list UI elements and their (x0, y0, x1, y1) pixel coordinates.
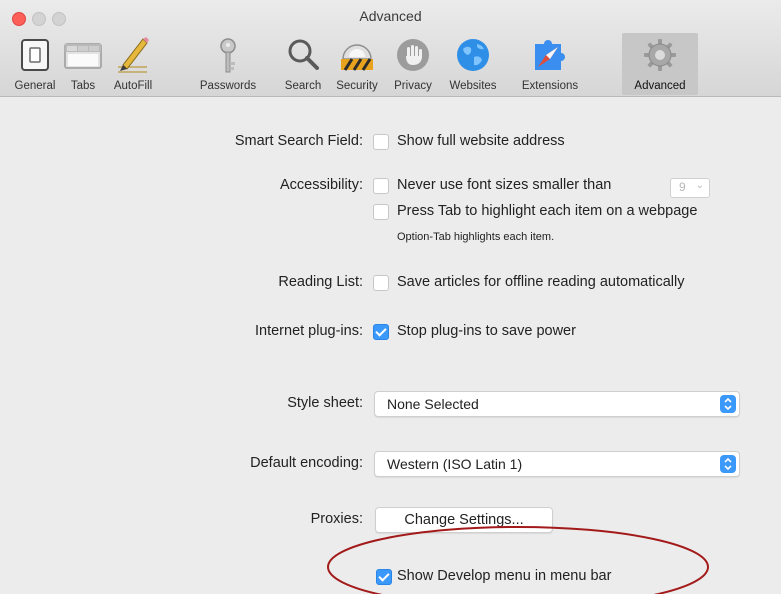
tab-label: Websites (449, 80, 497, 92)
globe-icon (457, 39, 489, 71)
tab-advanced[interactable]: Advanced (622, 33, 698, 95)
plugins-label: Internet plug-ins: (254, 323, 363, 339)
min-font-size-value: 9 (679, 180, 686, 194)
tab-highlight-text[interactable]: Press Tab to highlight each item on a we… (397, 203, 697, 219)
gear-icon (644, 39, 676, 71)
tab-label: Extensions (521, 80, 579, 92)
security-helmet-icon (341, 44, 373, 71)
offline-reading-text[interactable]: Save articles for offline reading automa… (397, 274, 684, 290)
key-icon (220, 38, 236, 73)
proxies-label: Proxies: (310, 511, 363, 527)
stop-plugins-text[interactable]: Stop plug-ins to save power (397, 323, 576, 339)
tab-privacy[interactable]: Privacy (394, 33, 432, 95)
style-sheet-value: None Selected (387, 396, 479, 412)
tab-security[interactable]: Security (336, 33, 378, 95)
change-settings-button[interactable]: Change Settings... (375, 507, 553, 533)
tab-label: AutoFill (113, 80, 153, 92)
autofill-pencil-icon (118, 37, 149, 73)
min-font-size-popup[interactable]: 9 ⌄ (670, 178, 710, 198)
min-font-size-text[interactable]: Never use font sizes smaller than (397, 177, 611, 193)
tab-passwords[interactable]: Passwords (200, 33, 256, 95)
window-title: Advanced (359, 8, 422, 24)
tab-websites[interactable]: Websites (449, 33, 497, 95)
tab-label: Advanced (634, 80, 686, 92)
show-full-address-text[interactable]: Show full website address (397, 133, 565, 149)
tabs-icon (64, 43, 102, 69)
encoding-value: Western (ISO Latin 1) (387, 456, 523, 472)
tab-search[interactable]: Search (285, 33, 321, 95)
encoding-popup[interactable]: Western (ISO Latin 1) (374, 451, 740, 477)
encoding-label: Default encoding: (250, 455, 363, 471)
title-bar: Advanced General Tabs AutoFill Passwords… (0, 0, 781, 97)
stop-plugins-checkbox[interactable] (373, 324, 389, 340)
tab-highlight-checkbox[interactable] (373, 204, 389, 220)
hand-icon (397, 39, 429, 71)
puzzle-icon (535, 40, 565, 70)
change-settings-label: Change Settings... (404, 512, 524, 528)
safari-preferences-window: Advanced General Tabs AutoFill Passwords… (0, 0, 781, 594)
offline-reading-checkbox[interactable] (373, 275, 389, 291)
style-sheet-label: Style sheet: (287, 395, 363, 411)
tab-label: Passwords (199, 80, 257, 92)
accessibility-label: Accessibility: (280, 177, 363, 193)
tab-autofill[interactable]: AutoFill (114, 33, 152, 95)
tab-tabs[interactable]: Tabs (64, 33, 102, 95)
option-tab-note: Option-Tab highlights each item. (397, 231, 555, 243)
updown-arrows-icon (720, 455, 736, 473)
min-font-size-checkbox[interactable] (373, 178, 389, 194)
smart-search-label: Smart Search Field: (234, 133, 363, 149)
style-sheet-popup[interactable]: None Selected (374, 391, 740, 417)
advanced-pane: Smart Search Field: Show full website ad… (0, 97, 781, 594)
show-full-address-checkbox[interactable] (373, 134, 389, 150)
updown-arrows-icon (720, 395, 736, 413)
chevron-down-icon: ⌄ (695, 180, 704, 191)
show-develop-menu-text[interactable]: Show Develop menu in menu bar (397, 568, 611, 584)
tab-extensions[interactable]: Extensions (522, 33, 578, 95)
general-switch-icon (21, 39, 49, 71)
show-develop-menu-checkbox[interactable] (376, 569, 392, 585)
reading-list-label: Reading List: (278, 274, 363, 290)
magnifier-icon (288, 39, 319, 70)
